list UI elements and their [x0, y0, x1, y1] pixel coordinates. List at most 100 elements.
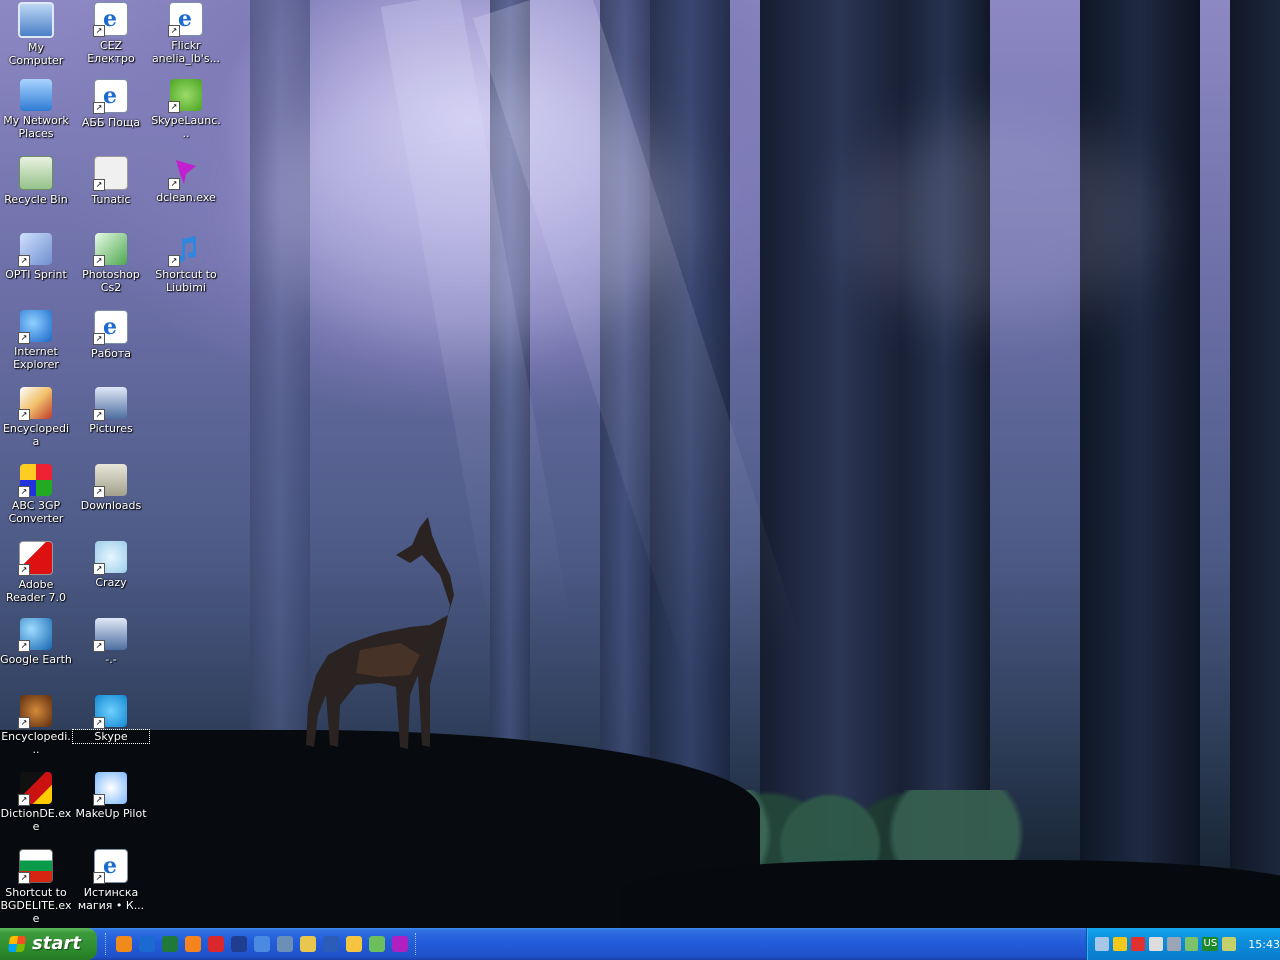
adobe-reader-icon: ↗	[18, 541, 53, 576]
network-tray-icon[interactable]	[1095, 937, 1109, 951]
desktop-icon[interactable]: ↗ Работа	[73, 310, 149, 360]
internet-explorer-icon: ↗	[18, 310, 52, 344]
desktop-icon[interactable]: ↗ Photoshop Cs2	[73, 233, 149, 294]
icon-label: My Network Places	[3, 114, 69, 140]
language-indicator[interactable]: US	[1202, 937, 1219, 951]
icon-label: Adobe Reader 7.0	[6, 578, 66, 604]
bear-icon: ↗	[93, 541, 127, 575]
internet-shortcut-icon: ↗	[168, 2, 203, 37]
skype-icon: ↗	[93, 695, 127, 729]
desktop-icon[interactable]: ↗ Crazy	[73, 541, 149, 589]
desktop-icon[interactable]: ↗ MakeUp Pilot	[73, 772, 149, 820]
icon-label: Photoshop Cs2	[82, 268, 140, 294]
volume-icon[interactable]	[1148, 937, 1163, 951]
network-places-icon	[20, 79, 52, 111]
desktop-icon[interactable]: ↗ Google Earth	[0, 618, 74, 666]
desktop-icon[interactable]: ↗ OPTI Sprint	[0, 233, 74, 281]
icon-label: Downloads	[80, 499, 142, 512]
photoshop-feather-icon: ↗	[93, 233, 127, 267]
icon-label: My Computer	[8, 41, 64, 67]
icon-label: OPTI Sprint	[5, 268, 67, 281]
camera-icon: ↗	[93, 618, 127, 652]
desktop-icon[interactable]: My Network Places	[0, 79, 74, 140]
desktop-icon[interactable]: ↗ АББ Поща	[73, 79, 149, 129]
desktop-icon[interactable]: ↗ Pictures	[73, 387, 149, 435]
icq-icon[interactable]	[369, 936, 385, 952]
internet-shortcut-icon: ↗	[93, 849, 128, 884]
media-player-icon[interactable]	[346, 936, 362, 952]
icon-label: SkypeLaunc...	[151, 114, 221, 140]
firefox-icon[interactable]	[116, 936, 132, 952]
desktop-icon[interactable]: My Computer	[0, 2, 74, 67]
shortcut-arrow-icon: ↗	[93, 794, 105, 806]
firefox-orange-icon[interactable]	[185, 936, 201, 952]
tree-trunk	[1230, 0, 1280, 900]
icon-label: Crazy	[95, 576, 127, 589]
shortcut-arrow-icon: ↗	[168, 25, 180, 37]
funnel-icon[interactable]	[392, 936, 408, 952]
desktop[interactable]: My Computer ↗ CEZ Електро ↗ Flickr aneli…	[0, 0, 1280, 928]
fog	[260, 80, 680, 340]
desktop-icon[interactable]: ↗ SkypeLaunc...	[148, 79, 224, 140]
shortcut-arrow-icon: ↗	[93, 102, 105, 114]
start-button[interactable]: start	[0, 928, 97, 960]
desktop-icon[interactable]: ↗ Shortcut to BGDELITE.exe	[0, 849, 74, 925]
desktop-icon[interactable]: ↗ Encyclopedia	[0, 387, 74, 448]
camera-icon: ↗	[93, 387, 127, 421]
desktop-icon[interactable]: Recycle Bin	[0, 156, 74, 206]
desktop-icon[interactable]: ↗ Downloads	[73, 464, 149, 512]
icon-label: Истинска магия • К...	[77, 886, 145, 912]
my-computer-icon	[18, 2, 54, 38]
desktop-icon[interactable]: ↗ -.-	[73, 618, 149, 666]
desktop-icon[interactable]: ↗ Tunatic	[73, 156, 149, 206]
cube-icon[interactable]	[1222, 937, 1237, 951]
opera-icon[interactable]	[208, 936, 224, 952]
icon-label: Shortcut to BGDELITE.exe	[0, 886, 72, 925]
encyclopedia-icon: ↗	[18, 387, 52, 421]
shortcut-arrow-icon: ↗	[18, 409, 30, 421]
icon-label: Encyclopedi...	[1, 730, 71, 756]
opti-sprint-icon: ↗	[18, 233, 52, 267]
shortcut-arrow-icon: ↗	[93, 872, 105, 884]
internet-explorer-icon[interactable]	[139, 936, 155, 952]
shortcut-arrow-icon: ↗	[93, 717, 105, 729]
recycle-tray-icon[interactable]	[1184, 937, 1199, 951]
shortcut-arrow-icon: ↗	[93, 25, 105, 37]
network-icon[interactable]	[277, 936, 293, 952]
toolbar-grip[interactable]	[415, 933, 419, 955]
taskbar: start US 15:43	[0, 928, 1280, 960]
clock-tray-icon[interactable]	[1166, 937, 1181, 951]
icon-label: АББ Поща	[81, 116, 141, 129]
shortcut-arrow-icon: ↗	[168, 101, 180, 113]
icon-label: MakeUp Pilot	[75, 807, 147, 820]
google-earth-icon: ↗	[18, 618, 52, 652]
excel-icon[interactable]	[162, 936, 178, 952]
document-icon[interactable]	[254, 936, 270, 952]
internet-shortcut-icon: ↗	[93, 310, 128, 345]
desktop-icon[interactable]: ↗ Internet Explorer	[0, 310, 74, 371]
desktop-icon[interactable]: ↗ dclean.exe	[148, 156, 224, 204]
folder-icon: ↗	[93, 464, 127, 498]
uk-flag-icon[interactable]	[231, 936, 247, 952]
desktop-icon[interactable]: ↗ DictionDE.exe	[0, 772, 74, 833]
no-entry-icon[interactable]	[1130, 937, 1145, 951]
desktop-icon[interactable]: ↗ ABC 3GP Converter	[0, 464, 74, 525]
desktop-icon[interactable]: ↗ Shortcut to Liubimi	[148, 233, 224, 294]
desktop-icon[interactable]: ↗ Encyclopedi...	[0, 695, 74, 756]
toolbar-grip[interactable]	[105, 933, 109, 955]
shortcut-arrow-icon: ↗	[93, 255, 105, 267]
icon-label: CEZ Електро	[87, 39, 135, 65]
shortcut-arrow-icon: ↗	[168, 178, 180, 190]
clock[interactable]: 15:43	[1248, 938, 1280, 951]
icon-label: Shortcut to Liubimi	[155, 268, 217, 294]
shortcut-arrow-icon: ↗	[168, 255, 180, 267]
desktop-icon[interactable]: ↗ CEZ Електро	[73, 2, 149, 65]
folder-icon[interactable]	[300, 936, 316, 952]
norton-icon[interactable]	[1112, 937, 1127, 951]
shortcut-arrow-icon: ↗	[93, 640, 105, 652]
desktop-icon[interactable]: ↗ Adobe Reader 7.0	[0, 541, 74, 604]
desktop-icon[interactable]: ↗ Истинска магия • К...	[73, 849, 149, 912]
desktop-icon[interactable]: ↗ Skype	[72, 695, 150, 744]
desktop-icon[interactable]: ↗ Flickr anelia_lb's...	[148, 2, 224, 65]
word-icon[interactable]	[323, 936, 339, 952]
